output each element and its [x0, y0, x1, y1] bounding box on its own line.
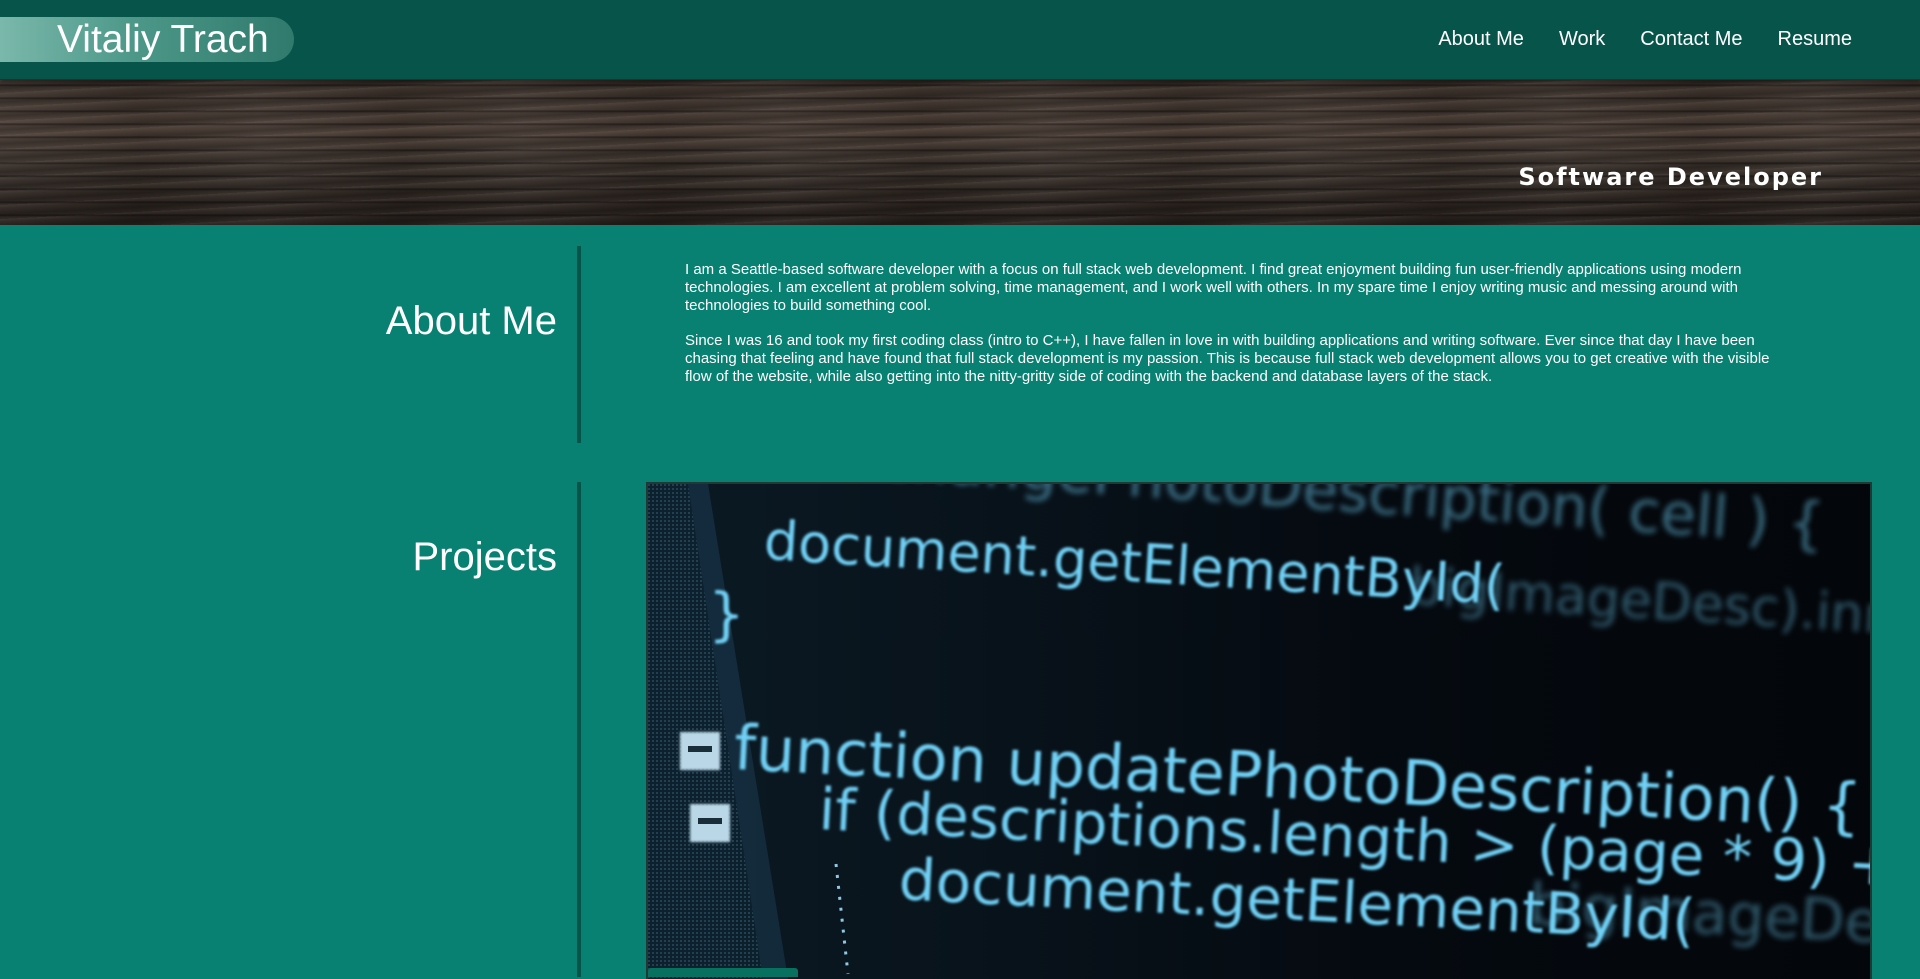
about-section-title: About Me: [385, 299, 557, 343]
projects-section-title: Projects: [412, 535, 558, 579]
projects-divider: [577, 482, 581, 977]
code-line-3: }: [708, 580, 745, 648]
brand-name[interactable]: Vitaliy Trach: [57, 17, 269, 62]
project-card-tab[interactable]: [648, 968, 798, 977]
site-header: Vitaliy Trach About Me Work Contact Me R…: [0, 0, 1920, 80]
about-paragraph-1: I am a Seattle-based software developer …: [685, 261, 1742, 314]
nav-resume[interactable]: Resume: [1778, 28, 1852, 51]
hero-tagline: Software Developer: [1518, 163, 1823, 191]
about-paragraph-2: Since I was 16 and took my first coding …: [685, 332, 1770, 385]
brand-badge[interactable]: Vitaliy Trach: [0, 17, 294, 62]
about-text: I am a Seattle-based software developer …: [685, 261, 1785, 403]
main-nav: About Me Work Contact Me Resume: [1438, 0, 1852, 79]
nav-about-me[interactable]: About Me: [1438, 28, 1524, 51]
nav-work[interactable]: Work: [1559, 28, 1605, 51]
project-card-image[interactable]: changePhotoDescription( cell ) { documen…: [646, 482, 1872, 979]
nav-contact-me[interactable]: Contact Me: [1640, 28, 1742, 51]
hero-banner: Software Developer: [0, 79, 1920, 225]
code-screen-image: changePhotoDescription( cell ) { documen…: [648, 484, 1870, 979]
about-divider: [577, 246, 581, 443]
